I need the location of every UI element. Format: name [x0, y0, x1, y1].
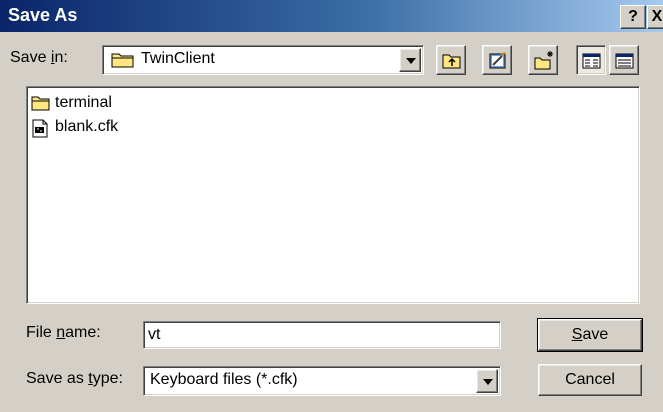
dialog-title: Save As: [8, 5, 78, 25]
file-name-input[interactable]: [148, 325, 496, 345]
close-button[interactable]: X: [647, 5, 663, 29]
keyboard-file-icon: [31, 119, 49, 143]
save-as-type-dropdown-button[interactable]: [476, 369, 498, 393]
details-view-icon: [615, 53, 634, 69]
new-folder-button[interactable]: [528, 45, 558, 75]
new-folder-icon: [534, 51, 553, 70]
file-list[interactable]: terminal blank.cfk: [26, 86, 640, 304]
save-in-label: Save in:: [10, 49, 68, 66]
save-as-type-label: Save as type:: [26, 370, 123, 387]
save-as-type-value: Keyboard files (*.cfk): [150, 371, 298, 388]
details-view-button[interactable]: [609, 45, 639, 75]
file-name: terminal: [55, 94, 112, 111]
chevron-down-icon: [483, 379, 493, 385]
help-button[interactable]: ?: [620, 5, 646, 29]
list-view-icon: [582, 53, 601, 69]
list-view-button[interactable]: [576, 45, 606, 75]
folder-icon: [111, 51, 135, 74]
desktop-button[interactable]: [482, 45, 512, 75]
title-bar[interactable]: Save As ? X: [0, 0, 663, 32]
folder-up-icon: [442, 54, 461, 69]
save-in-value: TwinClient: [141, 50, 215, 67]
save-as-dialog: Save As ? X Save in: TwinClient terminal…: [0, 0, 663, 412]
cancel-button[interactable]: Cancel: [538, 364, 642, 396]
file-name-label: File name:: [26, 324, 101, 341]
save-in-dropdown-button[interactable]: [399, 48, 421, 72]
up-one-level-button[interactable]: [436, 45, 466, 75]
save-in-combo[interactable]: TwinClient: [102, 45, 424, 75]
file-name-field[interactable]: [143, 321, 501, 349]
save-button[interactable]: Save: [537, 318, 643, 352]
save-as-type-combo[interactable]: Keyboard files (*.cfk): [143, 366, 501, 396]
file-name: blank.cfk: [55, 118, 119, 135]
desktop-icon: [489, 52, 506, 69]
chevron-down-icon: [406, 58, 416, 64]
folder-icon: [31, 95, 51, 117]
